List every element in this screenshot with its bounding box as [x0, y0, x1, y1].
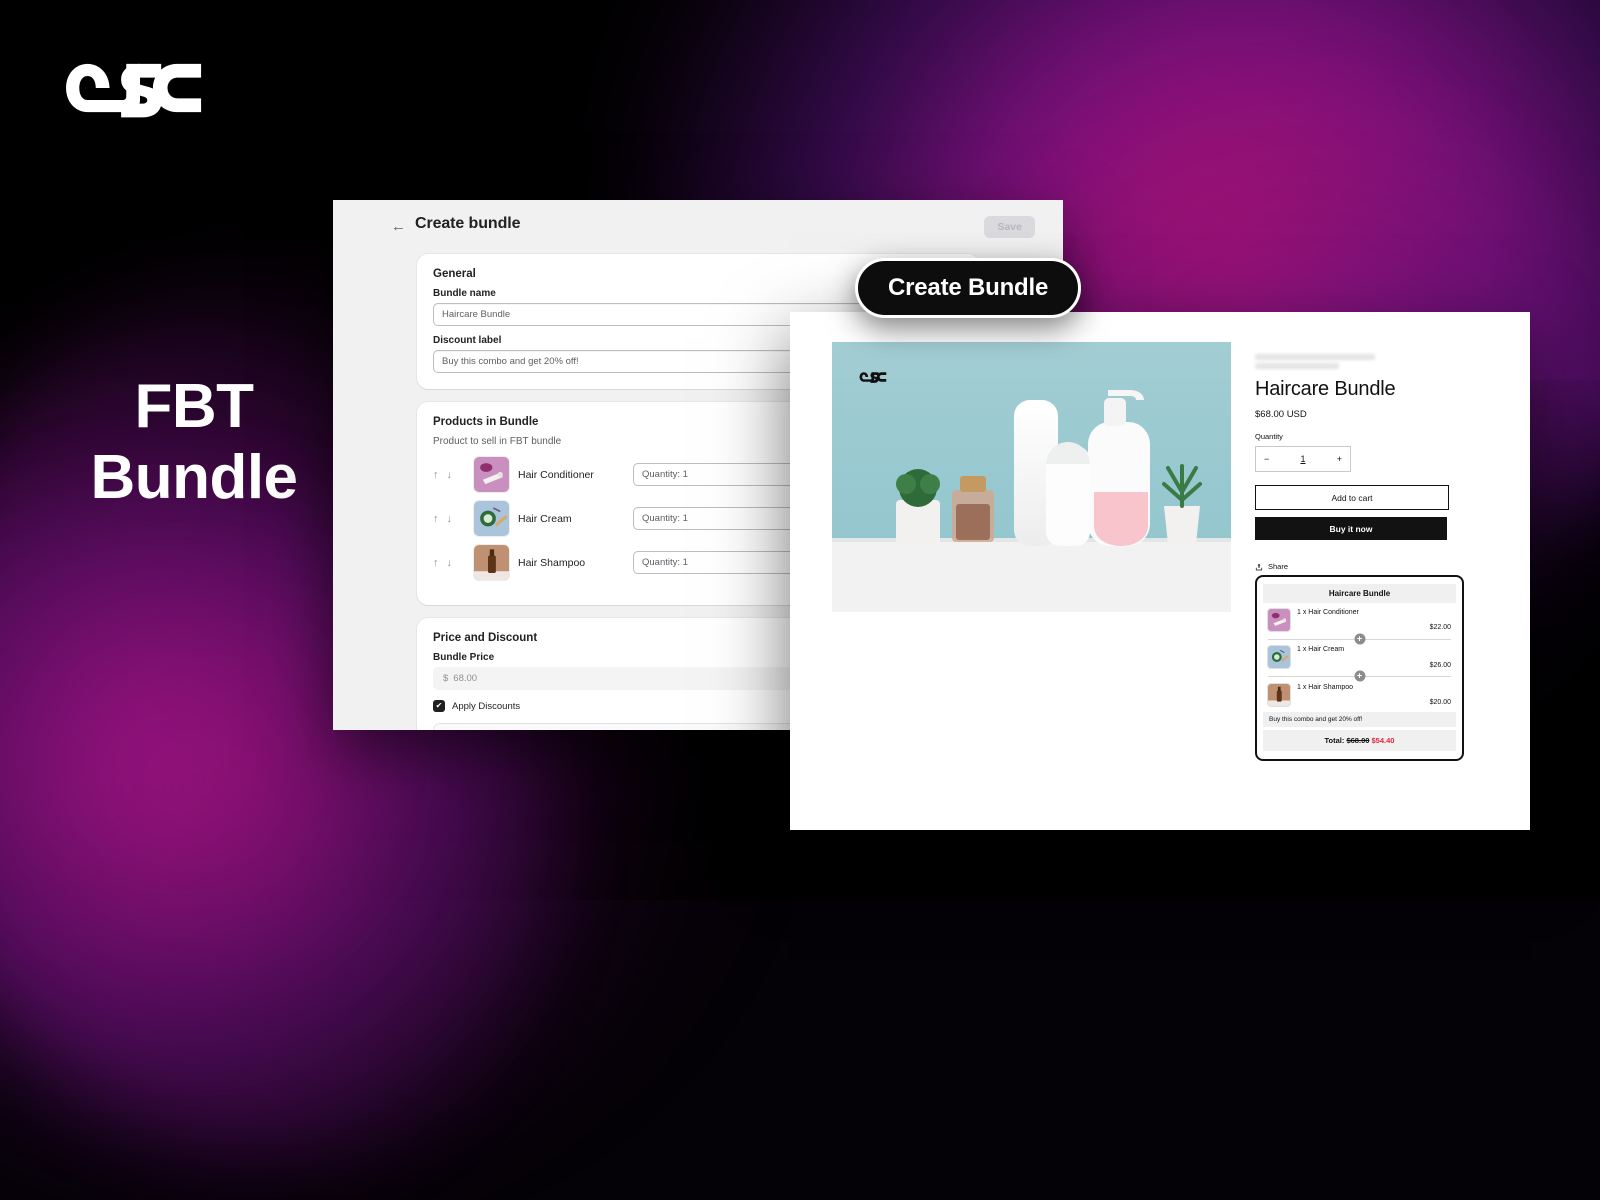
buy-it-now-button[interactable]: Buy it now [1255, 517, 1447, 540]
bundle-total-label: Total: [1324, 736, 1345, 746]
arrow-down-icon[interactable]: ↓ [447, 557, 453, 569]
save-button[interactable]: Save [984, 216, 1035, 238]
quantity-stepper[interactable]: − 1 + [1255, 446, 1351, 472]
admin-header: ← Create bundle Save [333, 200, 1063, 254]
bundle-plus-separator: + [1263, 632, 1456, 645]
arrow-down-icon[interactable]: ↓ [447, 513, 453, 525]
quantity-value[interactable]: 1 [1300, 454, 1305, 464]
bundle-total-discounted: $54.40 [1371, 736, 1395, 746]
bundle-item: 1 x Hair Cream $26.00 [1263, 646, 1456, 669]
arrow-up-icon[interactable]: ↑ [433, 557, 439, 569]
reorder-controls: ↑ ↓ [433, 513, 465, 525]
apply-discounts-label: Apply Discounts [452, 700, 521, 712]
hair-shampoo-thumb [1268, 683, 1290, 706]
plus-icon: + [1354, 670, 1365, 682]
breadcrumb-placeholder [1255, 354, 1375, 360]
storefront-product-title: Haircare Bundle [1255, 378, 1396, 400]
bundle-total-original: $68.00 [1346, 736, 1370, 746]
bundle-item-name: 1 x Hair Shampoo [1297, 683, 1354, 691]
bundle-widget-title: Haircare Bundle [1263, 584, 1456, 603]
gallery-watermark-logo-icon [856, 368, 890, 386]
hair-conditioner-thumb [1268, 609, 1290, 631]
hair-conditioner-thumb [474, 457, 509, 492]
headline-line-2: Bundle [90, 442, 298, 512]
back-arrow-icon[interactable]: ← [391, 218, 406, 235]
create-bundle-callout: Create Bundle [855, 258, 1082, 318]
quantity-increment-button[interactable]: + [1337, 454, 1342, 464]
product-gallery[interactable] [832, 342, 1231, 612]
bundle-item: 1 x Hair Conditioner $22.00 [1263, 609, 1456, 631]
quantity-label: Quantity [1255, 432, 1283, 441]
arrow-up-icon[interactable]: ↑ [433, 469, 439, 481]
share-label: Share [1268, 562, 1289, 571]
admin-page-title: Create bundle [415, 215, 521, 232]
fbt-bundle-widget: Haircare Bundle 1 x Hair Conditioner $22… [1255, 575, 1464, 762]
currency-symbol: $ [443, 673, 449, 684]
share-icon [1255, 563, 1263, 570]
bundle-item: 1 x Hair Shampoo $20.00 [1263, 683, 1456, 707]
quantity-decrement-button[interactable]: − [1264, 454, 1269, 464]
bundle-item-price: $22.00 [1429, 624, 1451, 632]
reorder-controls: ↑ ↓ [433, 469, 465, 481]
reorder-controls: ↑ ↓ [433, 557, 465, 569]
bundle-discount-note: Buy this combo and get 20% off! [1263, 712, 1456, 728]
page-title: FBT Bundle [44, 372, 344, 513]
product-name: Hair Conditioner [518, 468, 594, 481]
bundle-item-price: $26.00 [1429, 661, 1451, 669]
product-info-column: Haircare Bundle $68.00 USD Quantity − 1 … [1255, 342, 1451, 612]
bundle-item-price: $20.00 [1429, 699, 1451, 707]
bundle-total-row: Total: $68.00 $54.40 [1263, 730, 1456, 752]
hair-shampoo-thumb [474, 545, 509, 580]
hair-cream-thumb [474, 501, 509, 536]
arrow-up-icon[interactable]: ↑ [433, 513, 439, 525]
bundle-item-name: 1 x Hair Conditioner [1297, 609, 1359, 616]
bundle-price-value: 68.00 [453, 673, 478, 684]
add-to-cart-button[interactable]: Add to cart [1255, 485, 1449, 510]
storefront-product-price: $68.00 USD [1255, 409, 1307, 420]
share-button[interactable]: Share [1255, 562, 1451, 571]
storefront-window: Haircare Bundle $68.00 USD Quantity − 1 … [790, 312, 1530, 830]
osc-logo-icon [48, 44, 220, 132]
breadcrumb-placeholder [1255, 363, 1339, 369]
apply-discounts-checkbox[interactable]: ✔ [433, 700, 445, 712]
hair-cream-thumb [1268, 646, 1290, 669]
product-name: Hair Shampoo [518, 556, 586, 569]
bundle-item-name: 1 x Hair Cream [1297, 646, 1345, 654]
arrow-down-icon[interactable]: ↓ [447, 469, 453, 481]
plus-icon: + [1354, 633, 1365, 645]
product-name: Hair Cream [518, 512, 572, 525]
bundle-plus-separator: + [1263, 670, 1456, 683]
headline-line-1: FBT [134, 372, 254, 441]
